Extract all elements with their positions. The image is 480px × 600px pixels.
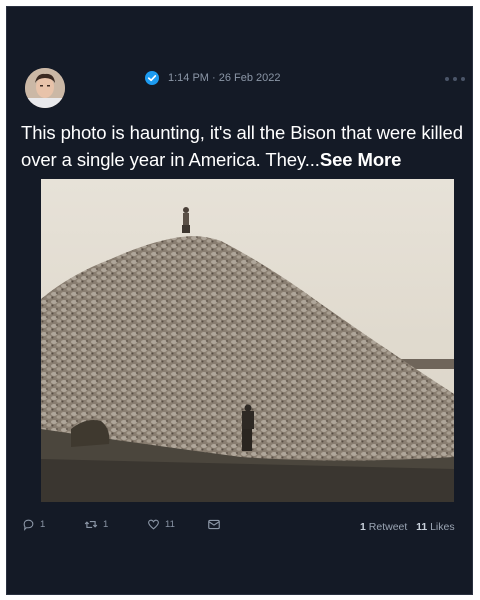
tweet-image[interactable] — [41, 179, 454, 502]
tweet-card: 1:14 PM · 26 Feb 2022 This photo is haun… — [6, 6, 473, 595]
see-more-link[interactable]: See More — [320, 149, 402, 170]
avatar[interactable] — [25, 68, 65, 108]
like-button[interactable]: 11 — [147, 518, 175, 531]
reply-button[interactable]: 1 — [22, 518, 45, 531]
retweets-value[interactable]: 1 — [360, 521, 366, 533]
tweet-timestamp[interactable]: 1:14 PM · 26 Feb 2022 — [168, 71, 281, 85]
verified-badge-icon — [145, 71, 159, 85]
tweet-text: This photo is haunting, it's all the Bis… — [21, 119, 480, 173]
reply-count: 1 — [40, 519, 46, 530]
bison-skulls-photo — [41, 179, 454, 502]
likes-value[interactable]: 11 — [416, 521, 427, 533]
retweet-button[interactable]: 1 — [84, 518, 108, 531]
retweets-label[interactable]: Retweet — [369, 521, 408, 533]
likes-label[interactable]: Likes — [430, 521, 455, 533]
avatar-photo — [25, 68, 65, 108]
retweet-count: 1 — [103, 519, 109, 530]
like-count: 11 — [165, 519, 175, 530]
reply-icon — [23, 519, 34, 531]
share-button[interactable] — [207, 518, 221, 531]
more-options-icon[interactable] — [445, 76, 469, 82]
engagement-stats: 1 Retweet 11 Likes — [360, 521, 455, 533]
retweet-icon — [84, 521, 98, 528]
share-icon — [208, 519, 220, 530]
heart-icon — [148, 519, 159, 530]
